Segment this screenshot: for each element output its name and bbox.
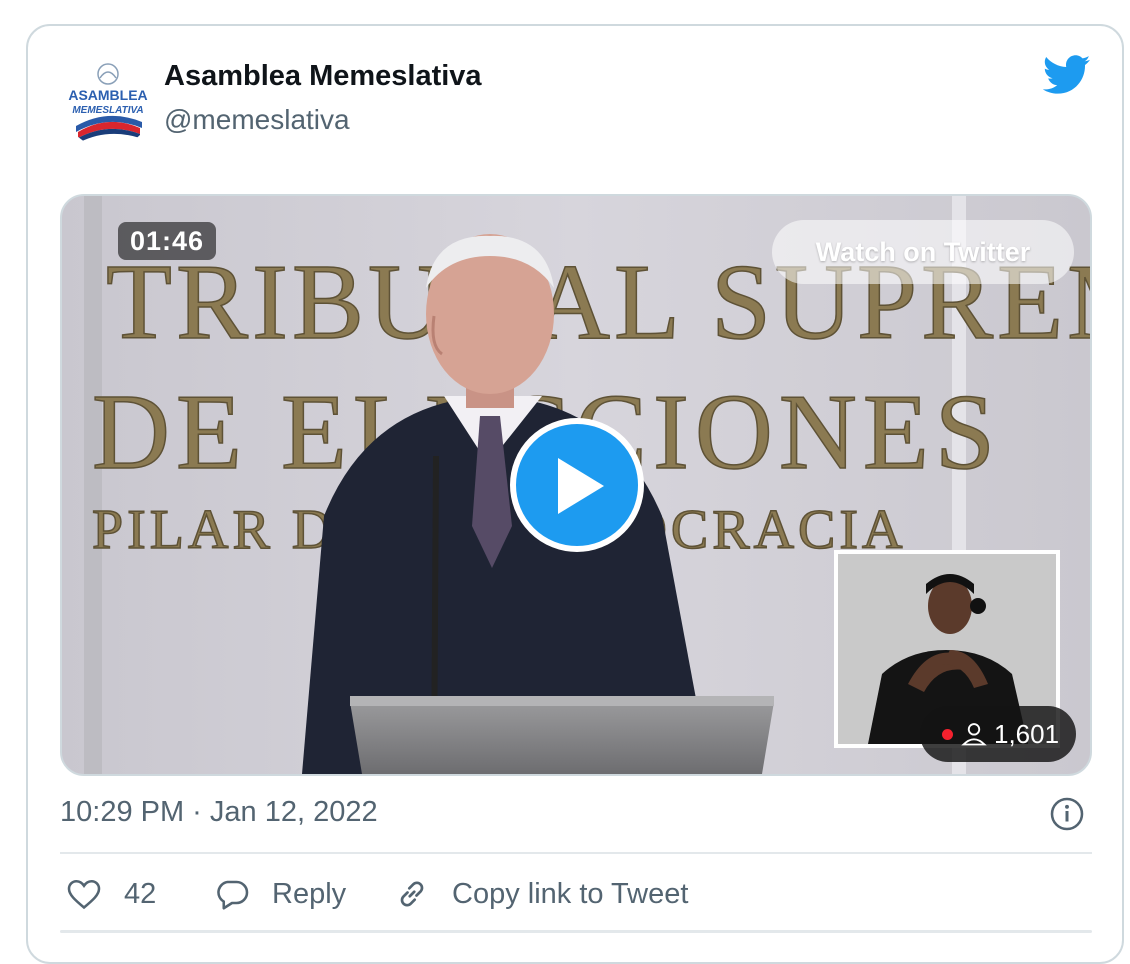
divider <box>60 852 1092 854</box>
tweet-timestamp[interactable]: 10:29 PM · Jan 12, 2022 <box>60 796 378 829</box>
video-duration-badge: 01:46 <box>118 222 217 260</box>
avatar-logo: ASAMBLEA MEMESLATIVA <box>62 56 154 148</box>
info-icon[interactable] <box>1049 796 1085 832</box>
reply-button[interactable]: Reply <box>214 872 354 918</box>
reply-label: Reply <box>272 878 347 910</box>
copy-link-label: Copy link to Tweet <box>452 878 689 910</box>
watch-on-twitter-button[interactable]: Watch on Twitter <box>772 220 1074 284</box>
live-viewers-badge: 1,601 <box>920 706 1076 762</box>
link-icon <box>400 881 424 907</box>
reply-bubble-icon <box>217 880 249 910</box>
play-button[interactable] <box>510 418 644 552</box>
play-icon <box>558 458 604 514</box>
author-avatar[interactable]: ASAMBLEA MEMESLATIVA <box>62 56 154 148</box>
avatar-text-bottom: MEMESLATIVA <box>72 105 143 116</box>
avatar-text-top: ASAMBLEA <box>68 87 147 103</box>
live-dot-icon <box>942 729 953 740</box>
twitter-bird-icon[interactable] <box>1042 54 1091 96</box>
copy-link-button[interactable]: Copy link to Tweet <box>394 872 714 918</box>
person-icon <box>961 723 987 746</box>
author-name[interactable]: Asamblea Memeslativa <box>164 60 482 93</box>
bottom-edge <box>60 930 1092 933</box>
author-handle[interactable]: @memeslativa <box>164 104 350 136</box>
heart-icon <box>67 879 101 910</box>
like-button[interactable]: 42 <box>66 872 166 918</box>
viewer-count: 1,601 <box>994 719 1060 749</box>
like-count: 42 <box>124 878 157 910</box>
